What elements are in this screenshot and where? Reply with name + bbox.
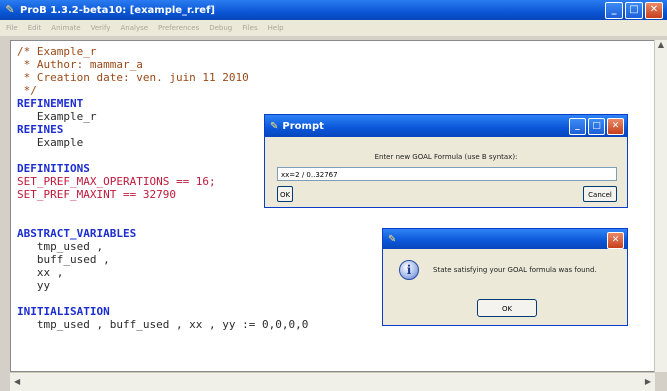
info-message: State satisfying your GOAL formula was f… xyxy=(433,266,597,274)
code-line: ABSTRACT_VARIABLES xyxy=(17,227,137,240)
prompt-app-icon: ✎ xyxy=(270,120,279,132)
close-button[interactable]: ✕ xyxy=(645,2,663,19)
prompt-minimize-button[interactable]: _ xyxy=(569,118,586,135)
info-dialog: ✎ ✕ i State satisfying your GOAL formula… xyxy=(382,228,628,326)
maximize-button[interactable]: □ xyxy=(625,2,643,19)
info-window-controls: ✕ xyxy=(607,232,624,249)
code-line: /* Example_r xyxy=(17,45,97,58)
horizontal-scrollbar[interactable]: ◀ ▶ xyxy=(10,372,655,391)
scroll-right-icon[interactable]: ▶ xyxy=(645,377,651,386)
prompt-title: Prompt xyxy=(282,120,324,132)
menubar: File Edit Animate Verify Analyse Prefere… xyxy=(0,20,667,36)
prompt-close-button[interactable]: ✕ xyxy=(607,118,624,135)
code-line: INITIALISATION xyxy=(17,305,110,318)
main-titlebar[interactable]: ✎ ProB 1.3.2-beta10: [example_r.ref] _ □… xyxy=(0,0,667,20)
prompt-ok-button[interactable]: OK xyxy=(277,186,293,202)
menu-help[interactable]: Help xyxy=(268,24,284,32)
prompt-window-controls: _ □ ✕ xyxy=(569,118,624,135)
menu-file[interactable]: File xyxy=(6,24,18,32)
code-line: REFINEMENT xyxy=(17,97,84,110)
window-controls: _ □ ✕ xyxy=(605,2,663,19)
prompt-message: Enter new GOAL Formula (use B syntax): xyxy=(374,153,518,161)
menu-verify[interactable]: Verify xyxy=(91,24,111,32)
menu-preferences[interactable]: Preferences xyxy=(158,24,199,32)
menu-edit[interactable]: Edit xyxy=(28,24,42,32)
info-close-button[interactable]: ✕ xyxy=(607,232,624,249)
scroll-up-icon[interactable]: ▲ xyxy=(655,40,667,49)
code-line: xx , xyxy=(17,266,64,279)
menu-files[interactable]: Files xyxy=(242,24,257,32)
code-line: */ xyxy=(17,84,37,97)
code-line: tmp_used , xyxy=(17,240,104,253)
info-app-icon: ✎ xyxy=(388,233,397,245)
code-line: tmp_used , buff_used , xx , yy := 0,0,0,… xyxy=(17,318,309,331)
prompt-dialog: ✎ Prompt _ □ ✕ Enter new GOAL Formula (u… xyxy=(264,114,628,208)
menu-debug[interactable]: Debug xyxy=(209,24,232,32)
info-titlebar[interactable]: ✎ ✕ xyxy=(383,229,627,249)
minimize-button[interactable]: _ xyxy=(605,2,623,19)
code-line: * Author: mammar_a xyxy=(17,58,143,71)
code-line: * Creation date: ven. juin 11 2010 xyxy=(17,71,249,84)
menu-analyse[interactable]: Analyse xyxy=(120,24,148,32)
prompt-cancel-button[interactable]: Cancel xyxy=(583,186,617,202)
code-line: buff_used , xyxy=(17,253,110,266)
scroll-left-icon[interactable]: ◀ xyxy=(14,377,20,386)
prompt-titlebar[interactable]: ✎ Prompt _ □ ✕ xyxy=(265,115,627,137)
prompt-maximize-button[interactable]: □ xyxy=(588,118,605,135)
info-icon: i xyxy=(399,260,419,280)
code-line: yy xyxy=(17,279,51,292)
window-title: ProB 1.3.2-beta10: [example_r.ref] xyxy=(20,4,215,16)
info-ok-button[interactable]: OK xyxy=(477,299,537,317)
vertical-scrollbar[interactable]: ▲ xyxy=(654,40,667,372)
goal-formula-input[interactable]: xx=2 / 0..32767 xyxy=(277,167,617,181)
app-icon: ✎ xyxy=(5,3,15,16)
menu-animate[interactable]: Animate xyxy=(51,24,80,32)
